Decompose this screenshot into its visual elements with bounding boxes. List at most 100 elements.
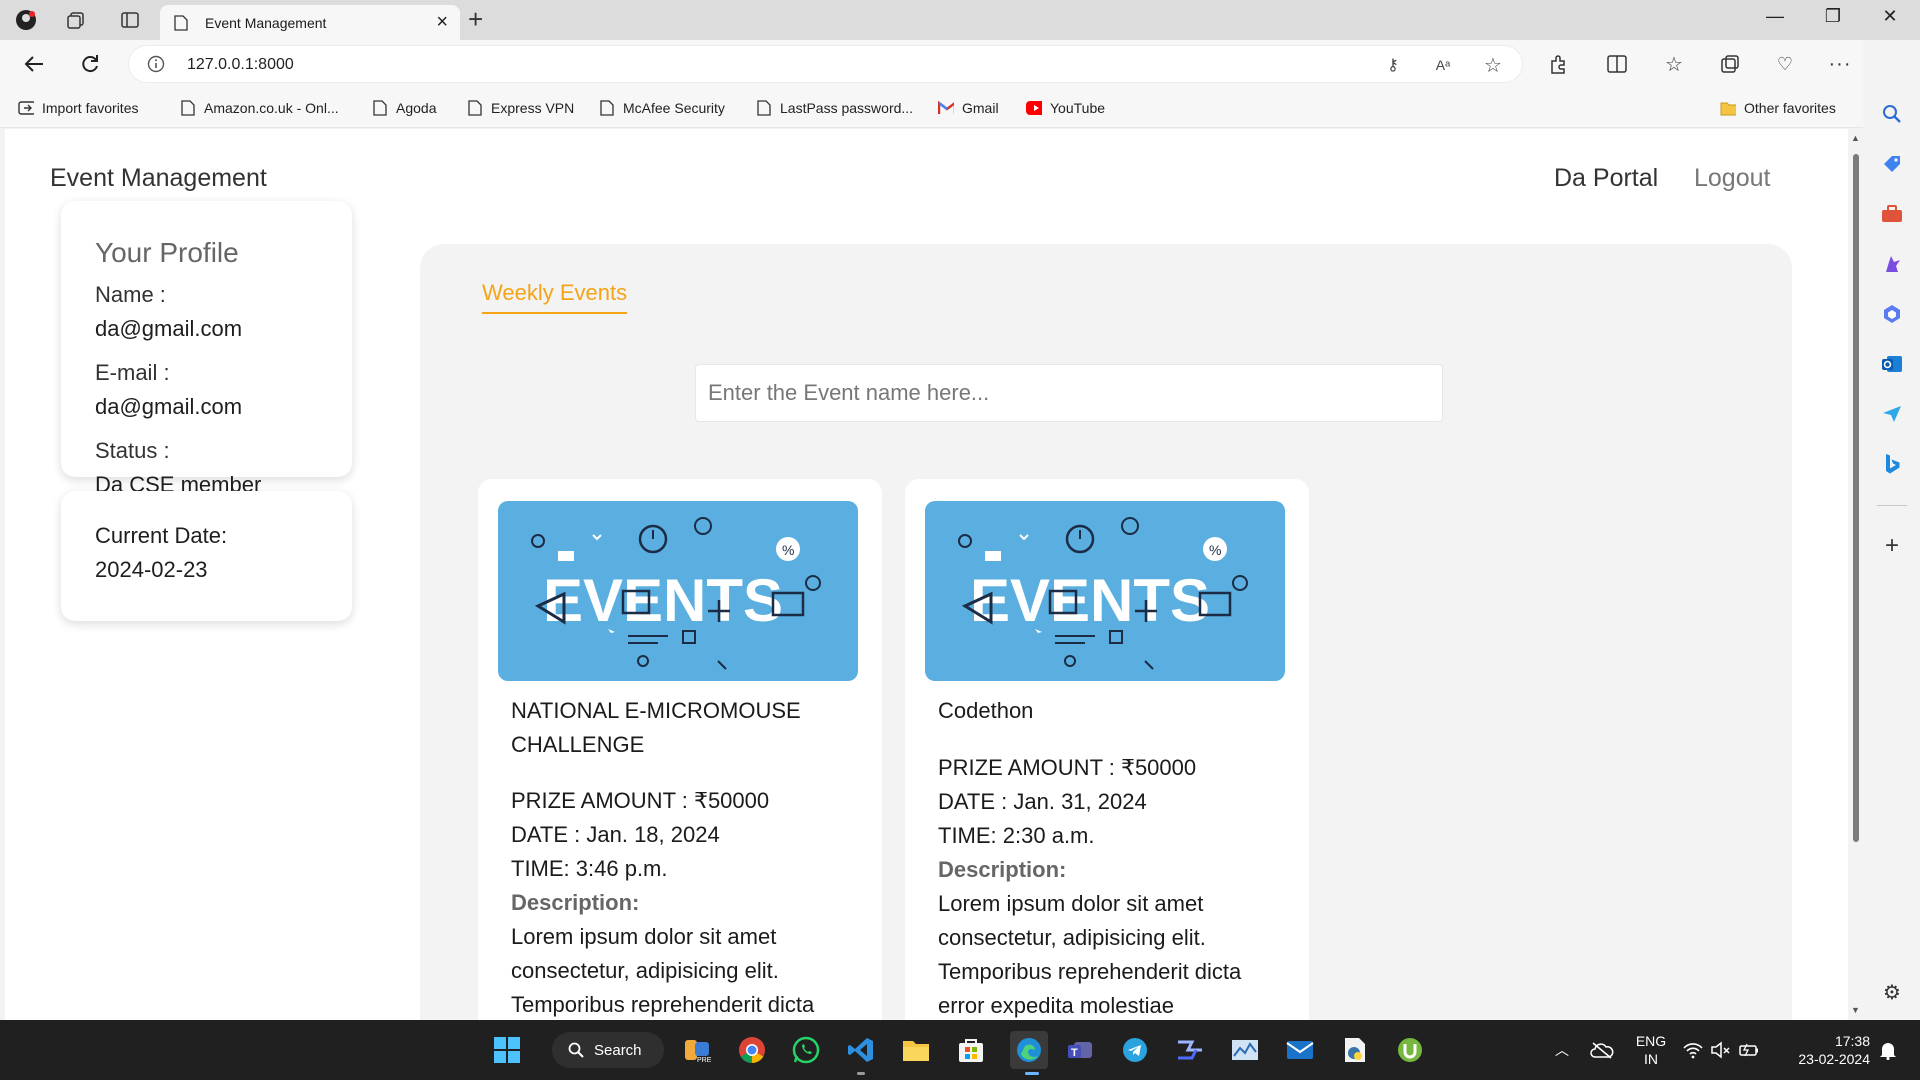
teams-icon[interactable]: T (1064, 1034, 1096, 1066)
microsoft-store-icon[interactable] (955, 1034, 987, 1066)
sidebar-divider (1877, 505, 1907, 506)
more-menu-icon[interactable]: ··· (1826, 50, 1854, 78)
taskbar-search[interactable]: Search (552, 1032, 664, 1068)
event-prize: PRIZE AMOUNT : ₹50000 (938, 755, 1197, 780)
tab-actions-icon[interactable] (118, 8, 142, 32)
clock[interactable]: 17:38 23-02-2024 (1780, 1032, 1870, 1068)
favorites-icon[interactable]: ☆ (1660, 50, 1688, 78)
tab-weekly-events[interactable]: Weekly Events (482, 280, 628, 314)
folder-icon (1720, 99, 1736, 117)
add-sidebar-app-icon[interactable]: + (1880, 532, 1904, 559)
url-text: 127.0.0.1:8000 (187, 56, 294, 73)
event-description-line: Temporibus reprehenderit dicta (511, 992, 815, 1017)
python-file-icon[interactable] (1339, 1034, 1371, 1066)
widgets-icon[interactable]: PRE (681, 1034, 713, 1066)
games-icon[interactable] (1880, 252, 1904, 276)
search-icon[interactable] (1880, 102, 1904, 126)
page-icon (599, 99, 615, 117)
profile-card: Your Profile Name : da@gmail.com E-mail … (61, 201, 352, 497)
profile-avatar-icon[interactable] (14, 8, 38, 32)
clock-date: 23-02-2024 (1798, 1051, 1870, 1067)
event-details: PRIZE AMOUNT : ₹50000 DATE : Jan. 18, 20… (511, 784, 814, 1020)
event-description-line: Lorem ipsum dolor sit amet (511, 924, 777, 949)
favorite-agoda[interactable]: Agoda (372, 98, 436, 118)
event-description-label: Description: (938, 857, 1067, 882)
extensions-icon[interactable] (1544, 50, 1572, 78)
other-favorites[interactable]: Other favorites (1720, 98, 1836, 118)
favorite-lastpass[interactable]: LastPass password... (756, 98, 913, 118)
events-illustration: % EVENTS (958, 517, 1248, 670)
favorite-import[interactable]: Import favorites (18, 98, 138, 118)
utorrent-icon[interactable] (1394, 1034, 1426, 1066)
scroll-thumb[interactable] (1853, 154, 1859, 842)
shopping-tag-icon[interactable] (1880, 152, 1904, 176)
nav-da-portal[interactable]: Da Portal (1554, 164, 1658, 193)
clock-time: 17:38 (1834, 1033, 1870, 1049)
site-info-icon[interactable] (147, 55, 165, 78)
bing-icon[interactable] (1880, 452, 1904, 476)
favorite-youtube[interactable]: YouTube (1026, 98, 1105, 118)
whatsapp-icon[interactable] (790, 1034, 822, 1066)
back-icon[interactable] (20, 50, 48, 78)
close-window-icon[interactable]: ✕ (1870, 6, 1910, 27)
chart-app-icon[interactable] (1229, 1034, 1261, 1066)
power-automate-icon[interactable] (1174, 1034, 1206, 1066)
event-date: DATE : Jan. 18, 2024 (511, 822, 720, 847)
password-key-icon[interactable]: ⚷ (1383, 55, 1403, 75)
outlook-icon[interactable] (1880, 352, 1904, 376)
split-screen-icon[interactable] (1603, 50, 1631, 78)
vscode-icon[interactable] (845, 1034, 877, 1066)
workspaces-icon[interactable] (64, 8, 88, 32)
favorite-label: Agoda (396, 100, 437, 116)
gmail-icon (938, 99, 954, 117)
event-card[interactable]: % EVENTS (478, 479, 882, 1020)
scroll-up-icon[interactable]: ▲ (1851, 133, 1860, 143)
scroll-down-icon[interactable]: ▼ (1851, 1005, 1860, 1015)
tools-briefcase-icon[interactable] (1880, 202, 1904, 226)
mail-icon[interactable] (1284, 1034, 1316, 1066)
event-title: Codethon (938, 694, 1033, 728)
minimize-icon[interactable]: — (1755, 6, 1795, 27)
refresh-icon[interactable] (76, 50, 104, 78)
event-title: NATIONAL E-MICROMOUSE CHALLENGE (511, 694, 801, 762)
file-explorer-icon[interactable] (900, 1034, 932, 1066)
favorite-gmail[interactable]: Gmail (938, 98, 999, 118)
windows-taskbar: Search PRE T ︿ ENG IN 17:38 23-02-2024 (0, 1020, 1920, 1080)
restore-icon[interactable]: ❐ (1813, 6, 1853, 27)
sidebar-settings-icon[interactable]: ⚙ (1880, 980, 1904, 1004)
favorite-expressvpn[interactable]: Express VPN (467, 98, 574, 118)
email-label: E-mail : (95, 360, 170, 385)
favorite-amazon[interactable]: Amazon.co.uk - Onl... (180, 98, 339, 118)
telegram-icon[interactable] (1119, 1034, 1151, 1066)
event-details: PRIZE AMOUNT : ₹50000 DATE : Jan. 31, 20… (938, 751, 1241, 1020)
event-title-line: Codethon (938, 698, 1034, 723)
collections-icon[interactable] (1716, 50, 1744, 78)
tab-event-management[interactable]: Event Management × (160, 5, 460, 40)
close-tab-icon[interactable]: × (436, 11, 448, 34)
favorite-mcafee[interactable]: McAfee Security (599, 98, 725, 118)
current-date-card: Current Date: 2024-02-23 (61, 491, 352, 621)
browser-essentials-icon[interactable]: ♡ (1771, 50, 1799, 78)
page-icon (467, 99, 483, 117)
microsoft-365-icon[interactable] (1880, 302, 1904, 326)
event-card[interactable]: % EVENTS (905, 479, 1309, 1020)
favorite-star-icon[interactable]: ☆ (1483, 55, 1503, 77)
quick-settings[interactable] (1682, 1034, 1762, 1066)
read-aloud-icon[interactable]: Aᵃ (1433, 55, 1453, 75)
send-drop-icon[interactable] (1880, 402, 1904, 426)
chrome-icon[interactable] (736, 1034, 768, 1066)
edge-icon[interactable] (1010, 1031, 1048, 1069)
event-search-input[interactable] (695, 364, 1443, 422)
notifications-bell-icon[interactable] (1872, 1034, 1904, 1066)
cloud-offline-icon[interactable] (1586, 1034, 1618, 1066)
show-hidden-icons-chevron-icon[interactable]: ︿ (1546, 1034, 1578, 1066)
start-windows-icon[interactable] (491, 1034, 523, 1066)
address-bar[interactable]: 127.0.0.1:8000 ⚷ Aᵃ ☆ (128, 45, 1523, 83)
page-scrollbar[interactable]: ▲ ▼ (1848, 129, 1863, 1020)
site-brand[interactable]: Event Management (50, 164, 267, 193)
language-indicator[interactable]: ENG IN (1628, 1032, 1674, 1068)
nav-logout[interactable]: Logout (1694, 164, 1770, 193)
page-icon (174, 15, 188, 36)
event-image: % EVENTS (925, 501, 1285, 681)
new-tab-icon[interactable]: + (468, 4, 483, 35)
